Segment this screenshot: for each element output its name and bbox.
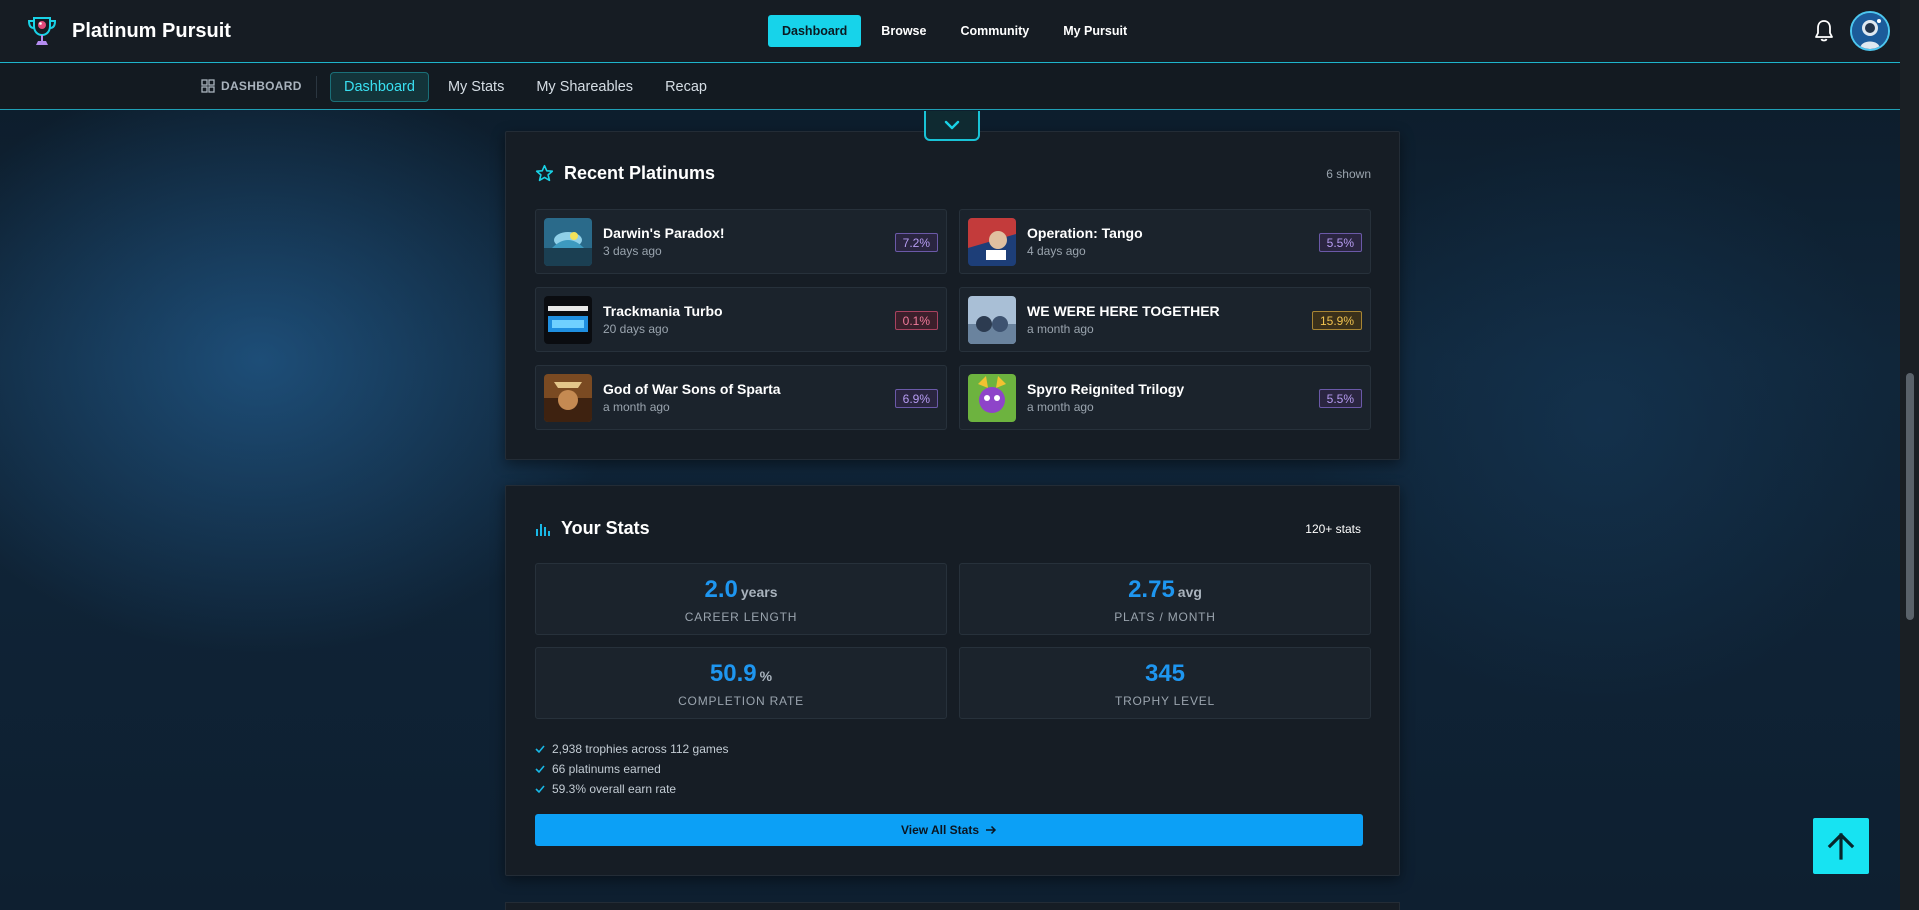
star-icon [535,164,554,182]
game-title: God of War Sons of Sparta [603,381,781,397]
tab-recap[interactable]: Recap [652,72,720,102]
earned-time: a month ago [1027,400,1094,414]
nav-my-pursuit[interactable]: My Pursuit [1049,15,1141,47]
game-title: Spyro Reignited Trilogy [1027,381,1185,397]
arrow-up-icon [1827,832,1855,860]
stat-unit: % [759,668,773,684]
bell-icon[interactable] [1812,18,1836,44]
avatar[interactable] [1850,11,1890,51]
earned-time: 3 days ago [603,244,662,258]
stat-unit: avg [1177,584,1202,600]
rarity-badge: 0.1% [894,311,938,330]
earned-time: a month ago [603,400,670,414]
collapse-toggle[interactable] [924,111,980,141]
brand[interactable]: Platinum Pursuit [26,14,231,48]
next-card-peek [505,902,1400,910]
page-scrollbar[interactable] [1900,0,1919,910]
your-stats-card: Your Stats 120+ stats 2.0 years CAREER LE… [505,485,1400,876]
platinum-item[interactable]: Trackmania Turbo 20 days ago 0.1% [535,287,947,352]
recent-platinums-card: Recent Platinums 6 shown Darwin's Parado… [505,131,1400,460]
stat-unit: years [740,584,778,600]
grid-icon [201,79,215,93]
nav-browse[interactable]: Browse [867,15,940,47]
sub-navbar: DASHBOARD Dashboard My Stats My Shareabl… [0,64,1900,110]
tab-my-stats[interactable]: My Stats [435,72,517,102]
platinum-item[interactable]: Operation: Tango 4 days ago 5.5% [959,209,1371,274]
bar-chart-icon [536,523,550,536]
rarity-badge: 5.5% [1318,233,1362,252]
stats-highlights: 2,938 trophies across 112 games 66 plati… [535,739,729,799]
stat-value: 2.0 [704,576,738,603]
your-stats-header: Your Stats [535,518,650,539]
check-icon [535,745,545,754]
rarity-badge: 5.5% [1318,389,1362,408]
check-icon [535,765,545,774]
stat-caption: CAREER LENGTH [684,610,798,624]
game-title: Darwin's Paradox! [603,225,725,241]
subnav-divider [316,76,317,98]
tab-dashboard[interactable]: Dashboard [330,72,429,102]
main-nav: Dashboard Browse Community My Pursuit [768,15,1141,47]
game-cover-spyro-reignited-trilogy [968,374,1016,422]
scroll-to-top-button[interactable] [1813,818,1869,874]
stat-tile-trophy-level: 345 TROPHY LEVEL [959,647,1371,719]
tab-my-shareables[interactable]: My Shareables [523,72,646,102]
subnav-tabs: Dashboard My Stats My Shareables Recap [330,72,720,102]
top-navbar: Platinum Pursuit Dashboard Browse Commun… [0,0,1900,63]
stat-caption: TROPHY LEVEL [1114,694,1216,708]
subnav-section: DASHBOARD [201,79,302,93]
app-name: Platinum Pursuit [72,19,231,42]
astronaut-avatar-icon [1852,13,1888,49]
subnav-section-label: DASHBOARD [221,79,302,93]
stats-count: 120+ stats [1305,522,1361,536]
list-item: 59.3% overall earn rate [535,779,729,799]
highlight-text: 2,938 trophies across 112 games [552,742,729,756]
game-title: Trackmania Turbo [603,303,723,319]
stat-value: 50.9 [709,660,757,687]
recent-platinums-header: Recent Platinums [535,163,715,184]
platinum-item[interactable]: Darwin's Paradox! 3 days ago 7.2% [535,209,947,274]
stat-caption: COMPLETION RATE [678,694,804,708]
shown-count: 6 shown [1326,167,1371,181]
earned-time: a month ago [1027,322,1094,336]
stat-tile-career-length: 2.0 years CAREER LENGTH [535,563,947,635]
game-cover-darwins-paradox [544,218,592,266]
list-item: 2,938 trophies across 112 games [535,739,729,759]
stat-caption: PLATS / MONTH [1114,610,1216,624]
game-title: WE WERE HERE TOGETHER [1027,303,1220,319]
highlight-text: 66 platinums earned [552,762,661,776]
card-title: Your Stats [561,518,650,538]
stat-tile-completion-rate: 50.9% COMPLETION RATE [535,647,947,719]
list-item: 66 platinums earned [535,759,729,779]
earned-time: 20 days ago [603,322,669,336]
game-cover-trackmania-turbo [544,296,592,344]
nav-community[interactable]: Community [946,15,1043,47]
chevron-down-icon [944,120,960,130]
platinum-item[interactable]: WE WERE HERE TOGETHER a month ago 15.9% [959,287,1371,352]
platinum-item[interactable]: Spyro Reignited Trilogy a month ago 5.5% [959,365,1371,430]
trophy-logo-icon [27,17,57,45]
stat-value: 345 [1144,660,1186,687]
earned-time: 4 days ago [1027,244,1086,258]
nav-dashboard[interactable]: Dashboard [768,15,862,47]
button-label: View All Stats [900,823,980,837]
game-cover-god-of-war-sons-of-sparta [544,374,592,422]
platinum-item[interactable]: God of War Sons of Sparta a month ago 6.… [535,365,947,430]
rarity-badge: 6.9% [894,389,938,408]
stat-tile-plats-per-month: 2.75 avg PLATS / MONTH [959,563,1371,635]
rarity-badge: 15.9% [1311,311,1362,330]
scrollbar-thumb[interactable] [1906,373,1914,620]
card-title: Recent Platinums [564,163,716,183]
game-title: Operation: Tango [1027,225,1143,241]
highlight-text: 59.3% overall earn rate [552,782,677,796]
view-all-stats-button[interactable]: View All Stats [535,814,1363,846]
game-cover-operation-tango [968,218,1016,266]
arrow-right-icon [986,825,997,835]
game-cover-we-were-here-together [968,296,1016,344]
stat-value: 2.75 [1128,576,1175,603]
check-icon [535,785,545,794]
rarity-badge: 7.2% [894,233,938,252]
